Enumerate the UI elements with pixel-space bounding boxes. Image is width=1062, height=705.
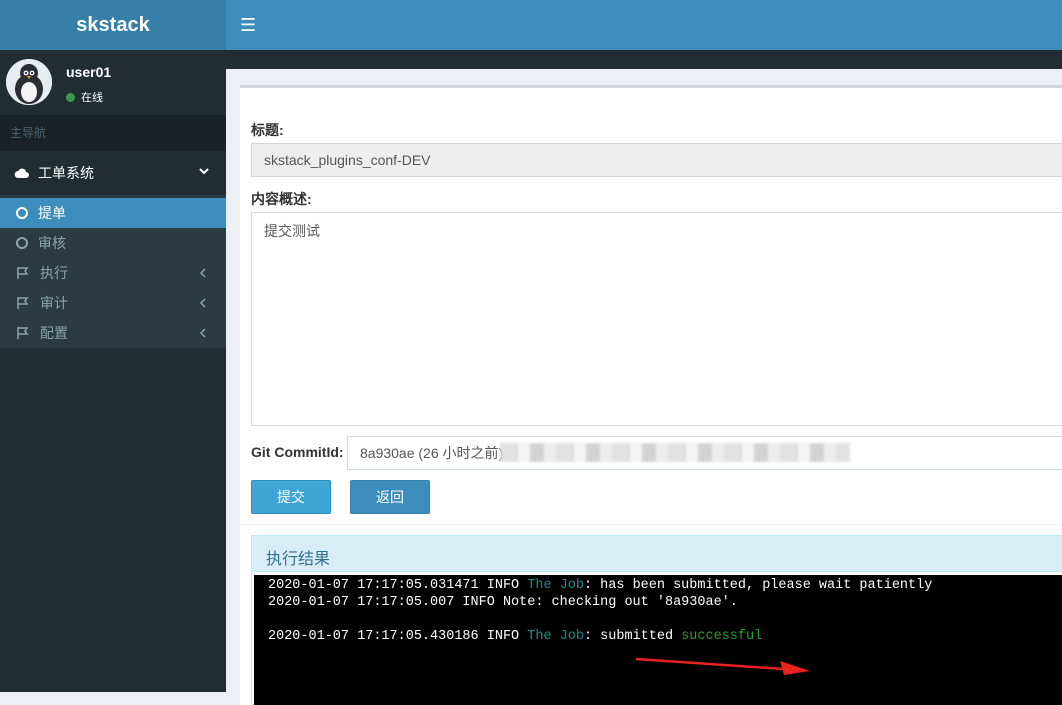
log-success: successful (681, 629, 763, 644)
log-text: : submitted (583, 629, 682, 644)
submenu: 提单 审核 执行 审计 配置 (0, 195, 226, 348)
top-navbar (226, 0, 1062, 50)
log-text: 2020-01-07 17:17:05.430186 INFO (268, 629, 528, 644)
log-line: 2020-01-07 17:17:05.430186 INFO The Job:… (268, 628, 1056, 645)
circle-icon (16, 237, 28, 249)
chevron-left-icon (199, 328, 206, 338)
sidebar-item-label: 审核 (38, 235, 66, 251)
log-text: 2020-01-07 17:17:05.031471 INFO (268, 578, 528, 593)
flag-icon (17, 327, 29, 339)
red-arrow-annotation (635, 657, 810, 675)
sidebar-item-submit-ticket[interactable]: 提单 (0, 198, 226, 228)
user-status: 在线 (66, 89, 103, 105)
redacted-region (500, 443, 850, 462)
sidebar-item-config[interactable]: 配置 (0, 318, 226, 348)
avatar (6, 59, 52, 105)
online-status-icon (66, 92, 75, 102)
divider (240, 524, 1062, 525)
sidebar-item-audit[interactable]: 审计 (0, 288, 226, 318)
title-field[interactable]: skstack_plugins_conf-DEV (251, 143, 1062, 177)
flag-icon (17, 267, 29, 279)
flag-icon (17, 297, 29, 309)
chevron-left-icon (199, 268, 206, 278)
log-blank-line (268, 611, 1056, 628)
sidebar-item-label: 执行 (40, 265, 68, 281)
sidebar-toggle-icon[interactable]: ☰ (240, 16, 256, 34)
log-line: 2020-01-07 17:17:05.007 INFO Note: check… (268, 595, 738, 610)
cloud-icon (14, 168, 29, 178)
description-label: 内容概述: (251, 191, 312, 207)
user-status-label: 在线 (81, 92, 103, 104)
log-highlight: The Job (527, 629, 584, 644)
circle-icon (16, 207, 28, 219)
sidebar-item-label: 工单系统 (38, 165, 94, 181)
result-header: 执行结果 (252, 536, 1062, 572)
result-panel: 执行结果 2020-01-07 17:17:05.031471 INFO The… (251, 535, 1062, 705)
user-name: user01 (66, 64, 112, 80)
description-textarea[interactable]: 提交测试 (251, 212, 1062, 426)
log-text: : has been submitted, please wait patien… (583, 578, 933, 593)
content-header-strip (226, 50, 1062, 69)
brand-name: skstack (76, 13, 150, 36)
submit-button[interactable]: 提交 (251, 480, 331, 514)
chevron-down-icon (199, 168, 209, 175)
chevron-left-icon (199, 298, 206, 308)
log-highlight: The Job (527, 578, 584, 593)
back-button[interactable]: 返回 (350, 480, 430, 514)
commit-label: Git CommitId: (251, 444, 344, 460)
log-line: 2020-01-07 17:17:05.031471 INFO The Job:… (268, 577, 1056, 594)
sidebar-item-execute[interactable]: 执行 (0, 258, 226, 288)
sidebar-item-label: 配置 (40, 325, 68, 341)
user-panel: user01 在线 (0, 50, 226, 115)
sidebar-item-label: 审计 (40, 295, 68, 311)
sidebar: user01 在线 主导航 工单系统 提单 审核 执行 审计 配置 (0, 50, 226, 692)
sidebar-item-review[interactable]: 审核 (0, 228, 226, 258)
nav-header: 主导航 (0, 115, 226, 151)
title-label: 标题: (251, 122, 284, 138)
sidebar-item-label: 提单 (38, 205, 66, 221)
log-console: 2020-01-07 17:17:05.031471 INFO The Job:… (254, 575, 1062, 705)
sidebar-item-ticket-system[interactable]: 工单系统 (0, 151, 226, 195)
brand-logo[interactable]: skstack (0, 0, 226, 50)
